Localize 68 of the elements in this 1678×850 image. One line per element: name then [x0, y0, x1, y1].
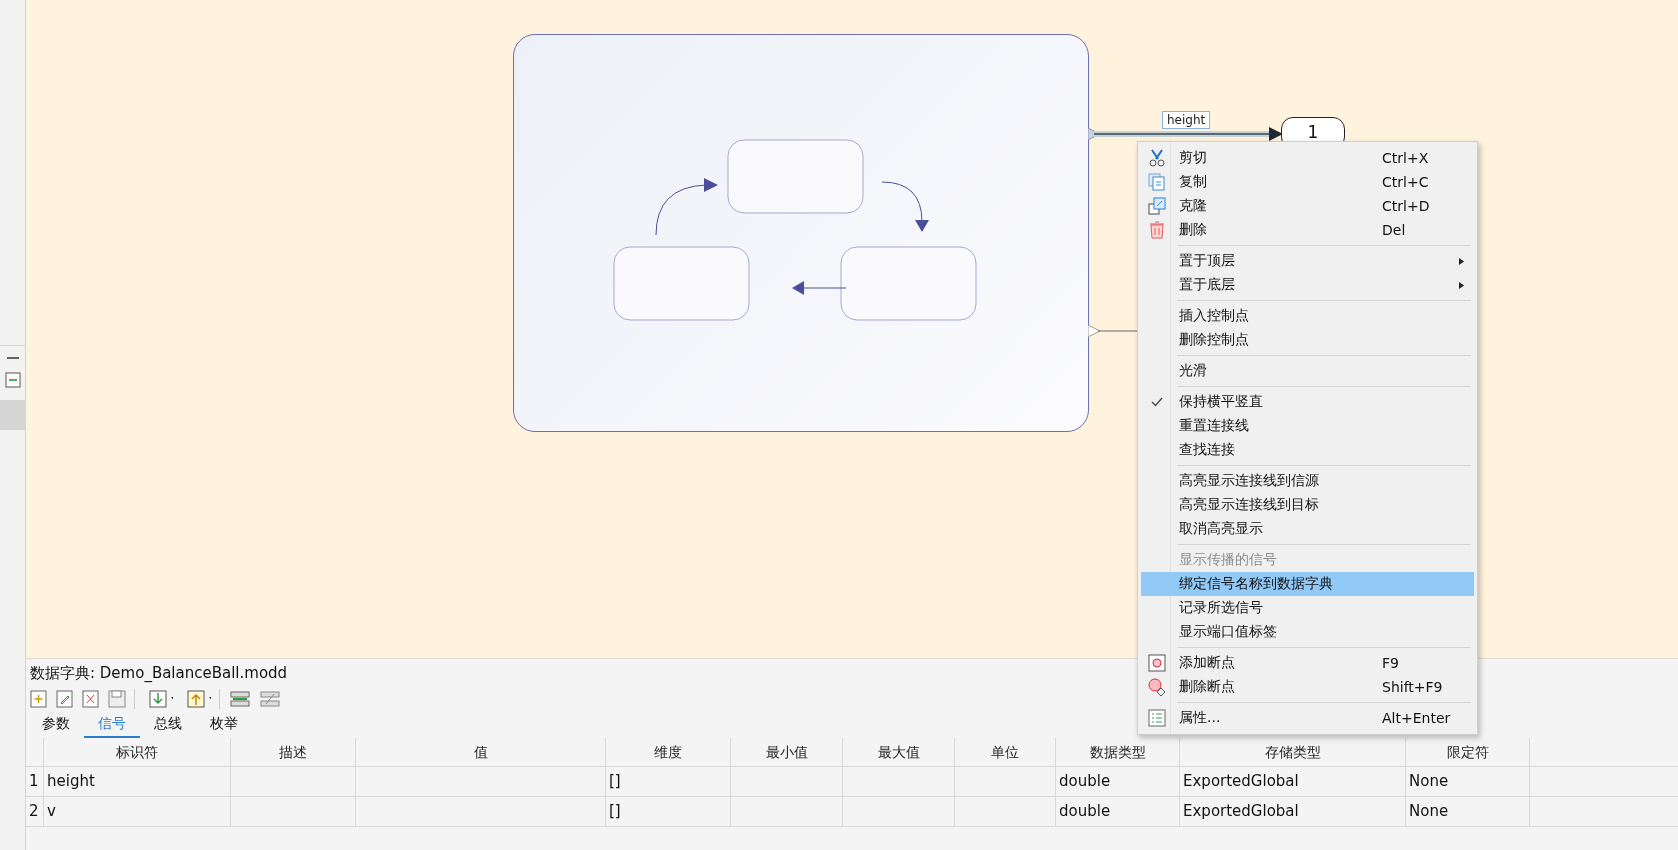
menu-item[interactable]: 置于顶层: [1141, 249, 1474, 273]
menu-item[interactable]: 克隆 Ctrl+D: [1141, 194, 1474, 218]
save-icon: [108, 690, 126, 708]
trash-icon: [1148, 221, 1166, 239]
tab[interactable]: 参数: [28, 713, 84, 738]
menu-item[interactable]: 属性... Alt+Enter: [1141, 706, 1474, 730]
column-header[interactable]: 标识符: [44, 738, 231, 767]
column-header[interactable]: 维度: [606, 738, 731, 767]
minimize-icon[interactable]: [6, 356, 19, 360]
signal-label: height: [1162, 111, 1211, 129]
menu-item[interactable]: 查找连接: [1141, 438, 1474, 462]
delete-icon: [82, 690, 100, 708]
copy-icon: [1148, 173, 1166, 191]
add-icon: [30, 690, 48, 708]
column-header[interactable]: 描述: [231, 738, 356, 767]
row-number: 1: [26, 767, 44, 797]
column-header[interactable]: 值: [356, 738, 606, 767]
tab[interactable]: 总线: [140, 713, 196, 738]
menu-item[interactable]: 插入控制点: [1141, 304, 1474, 328]
unbus-icon: [258, 690, 280, 708]
properties-icon: [1148, 709, 1166, 727]
submenu-arrow-icon: [1459, 257, 1464, 265]
submenu-arrow-icon: [1459, 281, 1464, 289]
table-cell: ExportedGlobal: [1180, 767, 1406, 797]
column-header[interactable]: 单位: [955, 738, 1056, 767]
scissors-icon: [1148, 149, 1166, 167]
bus-icon: [228, 690, 250, 708]
column-header[interactable]: 数据类型: [1056, 738, 1180, 767]
edit-icon: [56, 690, 74, 708]
table-cell: ExportedGlobal: [1180, 797, 1406, 827]
menu-item[interactable]: 删除断点 Shift+F9: [1141, 675, 1474, 699]
menu-item[interactable]: 重置连接线: [1141, 414, 1474, 438]
menu-item[interactable]: 置于底层: [1141, 273, 1474, 297]
table-cell: []: [606, 797, 731, 827]
signal-line[interactable]: [1088, 125, 1284, 143]
breakpoint-icon: [1148, 654, 1166, 672]
menu-item[interactable]: 剪切 Ctrl+X: [1141, 146, 1474, 170]
panel-title: 数据字典: Demo_BalanceBall.modd: [30, 664, 288, 683]
column-header[interactable]: 限定符: [1406, 738, 1530, 767]
row-number: 2: [26, 797, 44, 827]
menu-item[interactable]: 添加断点 F9: [1141, 651, 1474, 675]
menu-item[interactable]: 绑定信号名称到数据字典: [1141, 572, 1474, 596]
table-cell: v: [44, 797, 231, 827]
menu-item[interactable]: 光滑: [1141, 359, 1474, 383]
tab[interactable]: 信号: [84, 713, 140, 738]
table-cell: double: [1056, 767, 1180, 797]
menu-item[interactable]: 高亮显示连接线到目标: [1141, 493, 1474, 517]
collapse-icon[interactable]: [4, 372, 21, 388]
scroll-thumb[interactable]: [0, 400, 25, 430]
tab[interactable]: 枚举: [196, 713, 252, 738]
table-cell: double: [1056, 797, 1180, 827]
breakpoint-remove-icon: [1148, 678, 1166, 696]
menu-item[interactable]: 保持横平竖直: [1141, 390, 1474, 414]
menu-item[interactable]: 取消高亮显示: [1141, 517, 1474, 541]
menu-item[interactable]: 高亮显示连接线到信源: [1141, 469, 1474, 493]
table-cell: None: [1406, 797, 1530, 827]
menu-item[interactable]: 删除 Del: [1141, 218, 1474, 242]
column-header[interactable]: 最小值: [731, 738, 843, 767]
column-header[interactable]: 存储类型: [1180, 738, 1406, 767]
menu-item[interactable]: 记录所选信号: [1141, 596, 1474, 620]
column-header[interactable]: 最大值: [843, 738, 955, 767]
menu-item[interactable]: 复制 Ctrl+C: [1141, 170, 1474, 194]
menu-item[interactable]: 显示端口值标签: [1141, 620, 1474, 644]
table-cell: []: [606, 767, 731, 797]
clone-icon: [1148, 197, 1166, 215]
table-cell: height: [44, 767, 231, 797]
table-cell: None: [1406, 767, 1530, 797]
menu-item[interactable]: 删除控制点: [1141, 328, 1474, 352]
